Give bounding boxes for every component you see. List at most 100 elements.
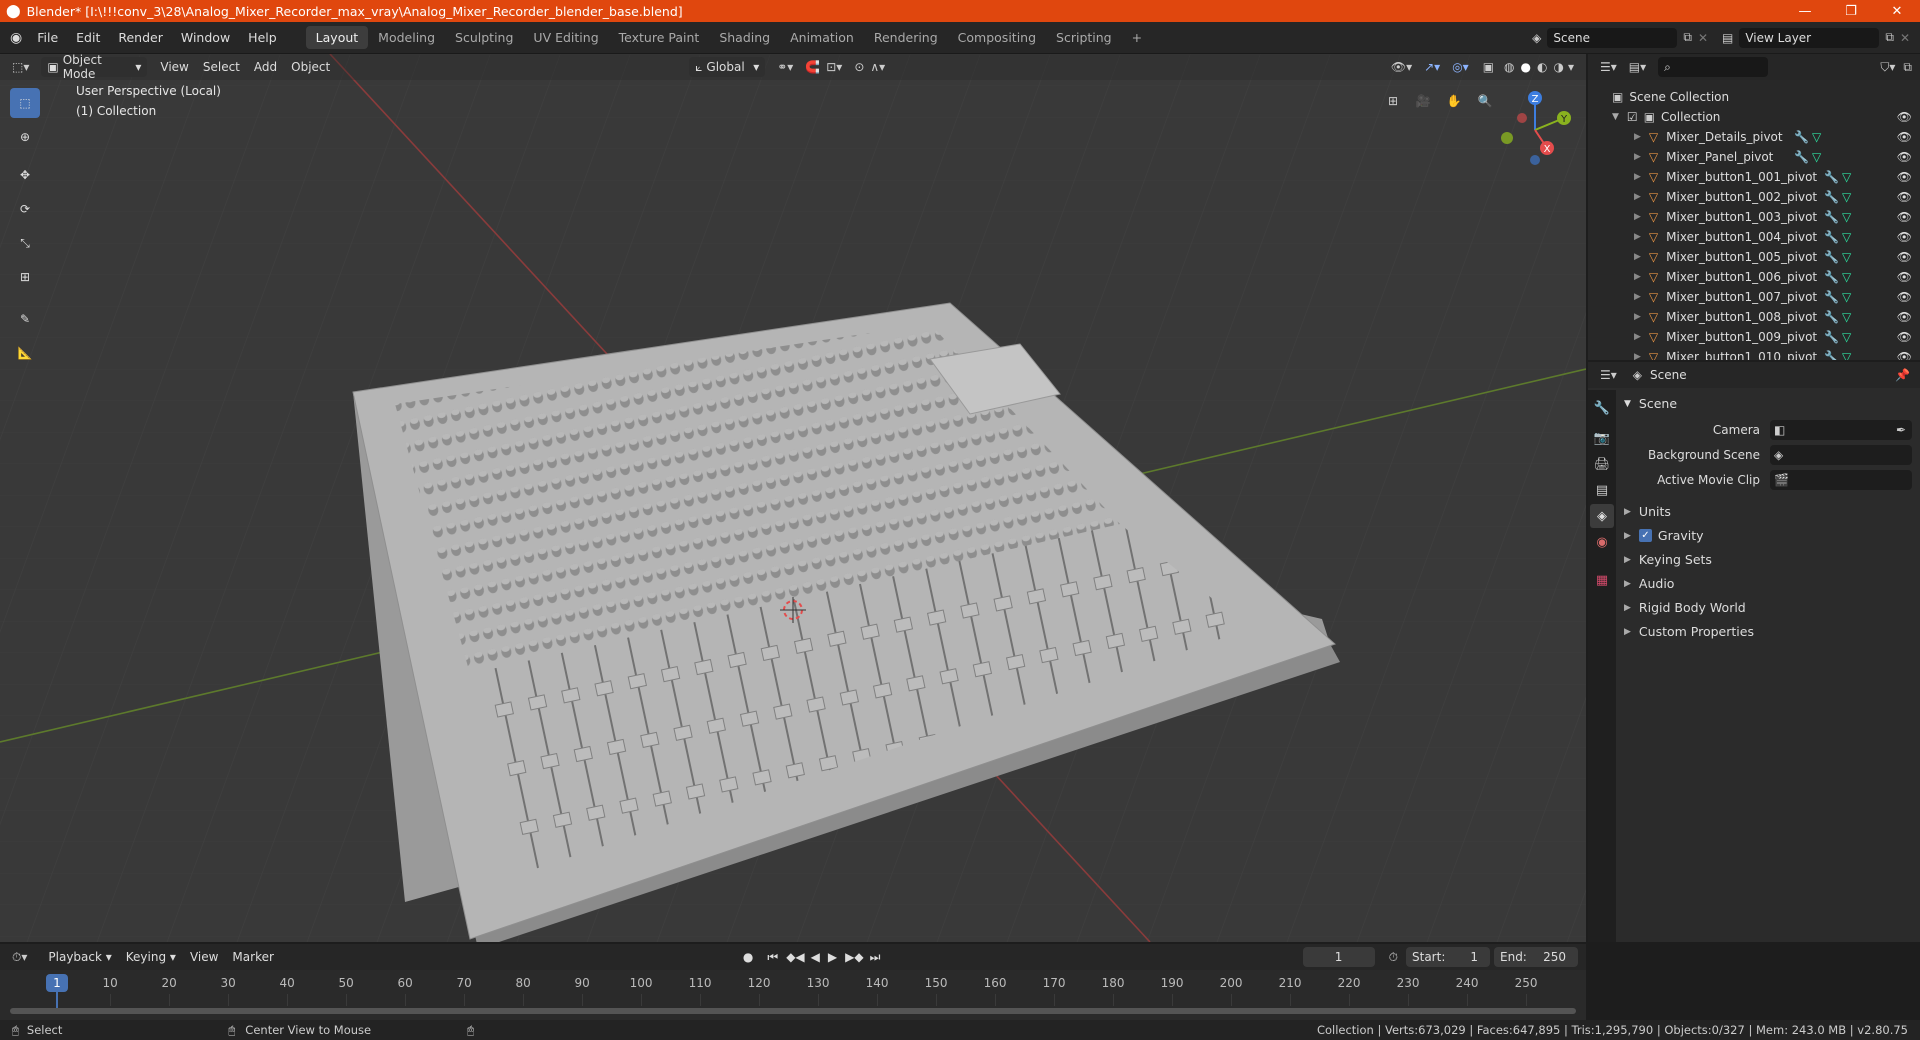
prev-keyframe-icon[interactable]: ◆◀ xyxy=(786,950,804,964)
outliner-item[interactable]: ▶ ▽ Mixer_button1_006_pivot 🔧 ▽ 👁 xyxy=(1588,267,1920,287)
add-workspace-button[interactable]: + xyxy=(1122,26,1152,49)
output-tab-icon[interactable]: 🖨 xyxy=(1590,452,1614,476)
mesh-data-icon[interactable]: ▽ xyxy=(1812,150,1821,164)
eye-icon[interactable]: 👁 xyxy=(1897,250,1912,264)
eye-icon[interactable]: 👁 xyxy=(1897,150,1912,164)
new-scene-icon[interactable]: ⧉ xyxy=(1683,30,1692,45)
viewport-menu-view[interactable]: View xyxy=(153,58,195,76)
expand-arrow-icon[interactable]: ▼ xyxy=(1612,112,1619,122)
modifier-wrench-icon[interactable]: 🔧 xyxy=(1824,250,1839,264)
mesh-data-icon[interactable]: ▽ xyxy=(1842,290,1851,304)
menu-render[interactable]: Render xyxy=(109,30,172,45)
expand-arrow-icon[interactable]: ▶ xyxy=(1634,292,1641,302)
modifier-wrench-icon[interactable]: 🔧 xyxy=(1824,210,1839,224)
expand-arrow-icon[interactable]: ▶ xyxy=(1634,232,1641,242)
editor-type-icon[interactable]: ⬚▾ xyxy=(12,60,29,74)
view-layer-selector[interactable]: View Layer xyxy=(1739,27,1880,48)
end-frame-field[interactable]: End: 250 xyxy=(1494,947,1578,967)
tab-layout[interactable]: Layout xyxy=(305,26,369,49)
mesh-data-icon[interactable]: ▽ xyxy=(1842,330,1851,344)
display-mode-icon[interactable]: ▤▾ xyxy=(1629,60,1646,74)
background-scene-field[interactable]: ◈ xyxy=(1770,445,1912,465)
falloff-icon[interactable]: ∧▾ xyxy=(870,60,885,74)
transform-orientation-selector[interactable]: ⟀ Global ▾ xyxy=(689,57,766,77)
proportional-edit-icon[interactable]: ⊙ xyxy=(854,60,864,74)
tab-modeling[interactable]: Modeling xyxy=(368,26,445,49)
properties-section-units[interactable]: ▶ Units xyxy=(1624,504,1671,519)
modifier-wrench-icon[interactable]: 🔧 xyxy=(1824,310,1839,324)
mesh-data-icon[interactable]: ▽ xyxy=(1842,270,1851,284)
snap-target-icon[interactable]: ⊡▾ xyxy=(826,60,842,74)
modifier-wrench-icon[interactable]: 🔧 xyxy=(1824,270,1839,284)
outliner-item[interactable]: ▶ ▽ Mixer_button1_005_pivot 🔧 ▽ 👁 xyxy=(1588,247,1920,267)
expand-arrow-icon[interactable]: ▶ xyxy=(1634,172,1641,182)
eye-icon[interactable]: 👁 xyxy=(1897,170,1912,184)
filter-icon[interactable]: ⛉▾ xyxy=(1880,60,1895,75)
outliner-item[interactable]: ▶ ▽ Mixer_button1_009_pivot 🔧 ▽ 👁 xyxy=(1588,327,1920,347)
checkbox-icon[interactable]: ☑ xyxy=(1627,110,1638,124)
menu-edit[interactable]: Edit xyxy=(67,30,109,45)
menu-help[interactable]: Help xyxy=(239,30,286,45)
eye-icon[interactable]: 👁 xyxy=(1897,130,1912,144)
outliner-item[interactable]: ▶ ▽ Mixer_button1_002_pivot 🔧 ▽ 👁 xyxy=(1588,187,1920,207)
eye-icon[interactable]: 👁 xyxy=(1897,110,1912,124)
next-keyframe-icon[interactable]: ▶◆ xyxy=(845,950,863,964)
rotate-tool[interactable]: ⟳ xyxy=(10,194,40,224)
solid-shading-icon[interactable]: ● xyxy=(1521,60,1531,74)
viewport-menu-add[interactable]: Add xyxy=(247,58,284,76)
eye-icon[interactable]: 👁 xyxy=(1897,210,1912,224)
viewport-menu-select[interactable]: Select xyxy=(196,58,247,76)
scene-icon[interactable]: ◈ xyxy=(1532,31,1541,45)
restore-icon[interactable]: ❐ xyxy=(1828,4,1874,19)
outliner-item[interactable]: ▶ ▽ Mixer_Panel_pivot 🔧 ▽ 👁 xyxy=(1588,147,1920,167)
eye-icon[interactable]: 👁 xyxy=(1897,190,1912,204)
view-layer-icon[interactable]: ▤ xyxy=(1722,31,1733,45)
timeline-editor-icon[interactable]: ⏱▾ xyxy=(12,950,27,965)
tab-uv-editing[interactable]: UV Editing xyxy=(523,26,608,49)
active-movie-clip-field[interactable]: 🎬 xyxy=(1770,470,1912,490)
modifier-wrench-icon[interactable]: 🔧 xyxy=(1824,290,1839,304)
delete-view-layer-icon[interactable]: ✕ xyxy=(1900,31,1910,45)
eye-icon[interactable]: 👁 xyxy=(1897,310,1912,324)
tab-texture-paint[interactable]: Texture Paint xyxy=(609,26,710,49)
modifier-wrench-icon[interactable]: 🔧 xyxy=(1824,170,1839,184)
jump-end-icon[interactable]: ⏭ xyxy=(870,950,881,965)
texture-tab-icon[interactable]: ▦ xyxy=(1590,568,1614,592)
annotate-tool[interactable]: ✎ xyxy=(10,304,40,334)
expand-arrow-icon[interactable]: ▶ xyxy=(1634,312,1641,322)
outliner-search-input[interactable]: ⌕ xyxy=(1658,57,1769,77)
scene-panel-header[interactable]: ▼ Scene xyxy=(1624,396,1677,411)
scale-tool[interactable]: ⤡ xyxy=(10,228,40,258)
pan-hand-icon[interactable]: ✋ xyxy=(1441,88,1467,114)
mesh-data-icon[interactable]: ▽ xyxy=(1842,250,1851,264)
modifier-wrench-icon[interactable]: 🔧 xyxy=(1794,150,1809,164)
gizmo-toggle-icon[interactable]: ↗▾ xyxy=(1424,60,1440,74)
modifier-wrench-icon[interactable]: 🔧 xyxy=(1794,130,1809,144)
expand-arrow-icon[interactable]: ▶ xyxy=(1634,212,1641,222)
cursor-tool[interactable]: ⊕ xyxy=(10,122,40,152)
outliner-item[interactable]: ▶ ▽ Mixer_button1_008_pivot 🔧 ▽ 👁 xyxy=(1588,307,1920,327)
marker-menu[interactable]: Marker xyxy=(225,948,280,966)
mesh-data-icon[interactable]: ▽ xyxy=(1842,310,1851,324)
visibility-icon[interactable]: 👁▾ xyxy=(1391,60,1412,74)
shading-options-icon[interactable]: ▾ xyxy=(1568,60,1574,74)
render-tab-icon[interactable]: 📷 xyxy=(1590,426,1614,450)
expand-arrow-icon[interactable]: ▶ xyxy=(1634,152,1641,162)
modifier-wrench-icon[interactable]: 🔧 xyxy=(1824,230,1839,244)
play-reverse-icon[interactable]: ◀ xyxy=(811,950,820,964)
wireframe-shading-icon[interactable]: ◍ xyxy=(1504,60,1514,74)
view-layer-tab-icon[interactable]: ▤ xyxy=(1590,478,1614,502)
menu-file[interactable]: File xyxy=(28,30,67,45)
outliner-collection[interactable]: ▼ ☑ ▣ Collection 👁 xyxy=(1588,107,1920,127)
tab-sculpting[interactable]: Sculpting xyxy=(445,26,523,49)
outliner-item[interactable]: ▶ ▽ Mixer_button1_001_pivot 🔧 ▽ 👁 xyxy=(1588,167,1920,187)
playback-menu[interactable]: Playback ▾ xyxy=(41,948,118,966)
outliner-item[interactable]: ▶ ▽ Mixer_button1_007_pivot 🔧 ▽ 👁 xyxy=(1588,287,1920,307)
playhead[interactable]: 1 xyxy=(46,974,68,992)
tab-scripting[interactable]: Scripting xyxy=(1046,26,1122,49)
select-box-tool[interactable]: ⬚ xyxy=(10,88,40,118)
scene-selector[interactable]: Scene xyxy=(1547,27,1678,48)
mesh-data-icon[interactable]: ▽ xyxy=(1842,350,1851,360)
tab-compositing[interactable]: Compositing xyxy=(948,26,1046,49)
new-collection-icon[interactable]: ⧉ xyxy=(1903,60,1912,75)
